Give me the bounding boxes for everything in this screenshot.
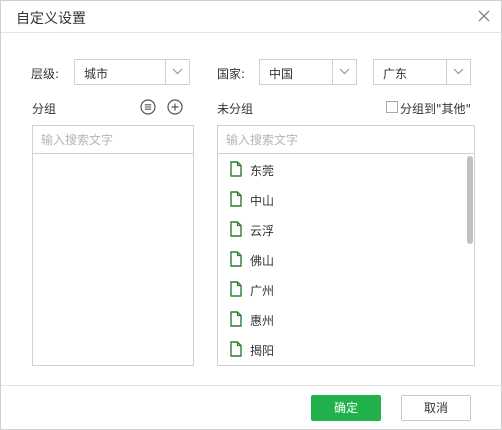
list-icon[interactable] — [140, 99, 156, 115]
ungrouped-panel: 东莞中山云浮佛山广州惠州揭阳 — [217, 125, 475, 366]
list-item[interactable]: 佛山 — [218, 244, 474, 274]
chevron-down-icon[interactable] — [446, 60, 470, 84]
checkbox-box[interactable] — [386, 101, 398, 113]
cancel-button[interactable]: 取消 — [401, 395, 471, 421]
list-item[interactable]: 揭阳 — [218, 334, 474, 364]
country-select[interactable]: 中国 — [259, 59, 357, 85]
plus-circle-icon[interactable] — [167, 99, 183, 115]
list-item-label: 佛山 — [250, 254, 275, 268]
province-select[interactable]: 广东 — [373, 59, 471, 85]
group-to-other-label: 分组到"其他" — [400, 102, 472, 116]
country-select-value: 中国 — [269, 67, 294, 81]
file-icon — [230, 191, 242, 207]
dialog-footer: 确定 取消 — [1, 385, 501, 429]
ungrouped-search-input[interactable] — [218, 126, 474, 154]
level-label: 层级: — [31, 67, 60, 81]
list-item-label: 东莞 — [250, 164, 275, 178]
file-icon — [230, 221, 242, 237]
list-item[interactable]: 惠州 — [218, 304, 474, 334]
list-item-label: 揭阳 — [250, 344, 275, 358]
scrollbar-thumb[interactable] — [467, 156, 473, 244]
chevron-down-icon[interactable] — [332, 60, 356, 84]
list-item[interactable]: 中山 — [218, 184, 474, 214]
list-item[interactable]: 东莞 — [218, 154, 474, 184]
file-icon — [230, 251, 242, 267]
dialog-title: 自定义设置 — [16, 11, 86, 27]
list-item-label: 广州 — [250, 284, 275, 298]
level-select[interactable]: 城市 — [74, 59, 190, 85]
province-select-value: 广东 — [383, 67, 408, 81]
country-label: 国家: — [217, 67, 246, 81]
grouped-title: 分组 — [32, 102, 57, 116]
file-icon — [230, 341, 242, 357]
ungrouped-list: 东莞中山云浮佛山广州惠州揭阳 — [218, 154, 474, 365]
close-icon[interactable] — [477, 9, 491, 23]
grouped-search-input[interactable] — [33, 126, 193, 154]
chevron-down-icon[interactable] — [165, 60, 189, 84]
file-icon — [230, 311, 242, 327]
ok-button[interactable]: 确定 — [311, 395, 381, 421]
file-icon — [230, 281, 242, 297]
level-select-value: 城市 — [84, 67, 109, 81]
list-item[interactable]: 广州 — [218, 274, 474, 304]
custom-settings-dialog: 自定义设置 层级: 城市 国家: 中国 广东 分组 未分组 分组到"其他" 输入… — [0, 0, 502, 430]
group-to-other-checkbox[interactable]: 分组到"其他" — [386, 100, 476, 116]
grouped-panel — [32, 125, 194, 366]
list-item[interactable]: 云浮 — [218, 214, 474, 244]
file-icon — [230, 161, 242, 177]
title-bar: 自定义设置 — [1, 1, 501, 33]
list-item-label: 云浮 — [250, 224, 275, 238]
list-item-label: 惠州 — [250, 314, 275, 328]
ungrouped-title: 未分组 — [217, 102, 254, 116]
scrollbar[interactable] — [467, 156, 473, 360]
list-item-label: 中山 — [250, 194, 275, 208]
